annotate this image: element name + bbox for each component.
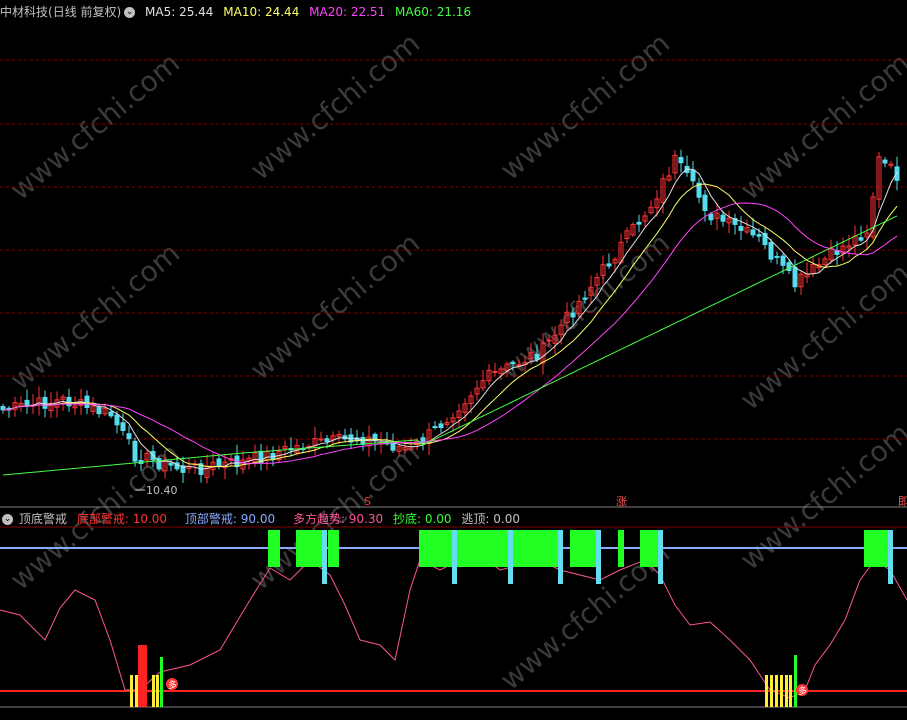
top-block	[268, 530, 280, 567]
bottom-alert-value: 底部警戒: 10.00	[76, 512, 168, 526]
escape-bar	[322, 530, 327, 584]
signal-bar	[794, 655, 797, 707]
signal-bar	[789, 675, 792, 707]
escape-bar	[888, 530, 893, 584]
candle-body	[708, 213, 714, 221]
candle-body	[324, 438, 330, 443]
signal-bar	[138, 645, 147, 707]
candle-body	[132, 440, 138, 462]
candle-body	[108, 411, 114, 417]
top-block	[640, 530, 658, 567]
bull-trend-value: 多方趋势: 90.30	[292, 512, 384, 526]
candle-body	[120, 422, 126, 431]
candle-body	[738, 225, 744, 231]
escape-bar	[596, 530, 601, 584]
signal-bar	[775, 675, 778, 707]
candle-body	[114, 414, 120, 426]
ma10-value: MA10: 24.44	[223, 5, 300, 19]
candle-body	[510, 361, 516, 365]
signal-bar	[156, 675, 159, 707]
top-block	[512, 530, 558, 567]
candle-body	[438, 423, 444, 428]
candle-body	[720, 214, 726, 222]
candle-body	[780, 255, 786, 266]
top-block	[457, 530, 508, 567]
candle-body	[636, 221, 642, 225]
candle-body	[168, 462, 174, 466]
low-marker-label: 10.40	[146, 484, 178, 497]
candle-body	[360, 436, 366, 445]
event-marker: 涨	[616, 495, 627, 508]
signal-bar	[130, 675, 133, 707]
candle-body	[42, 396, 48, 409]
candle-body	[534, 353, 540, 360]
candle-body	[750, 229, 756, 236]
top-block	[328, 530, 339, 567]
ma5-value: MA5: 25.44	[145, 5, 214, 19]
top-block	[296, 530, 322, 567]
indicator-title[interactable]: 顶底警戒	[19, 512, 67, 526]
sub-header: ⌄ 顶底警戒 底部警戒: 10.00 顶部警戒: 90.00 多方趋势: 90.3…	[0, 509, 526, 529]
period-label[interactable]: (日线 前复权)	[48, 5, 121, 19]
ma60-value: MA60: 21.16	[395, 5, 472, 19]
escape-bar	[508, 530, 513, 584]
signal-bar	[780, 675, 783, 707]
top-block	[618, 530, 624, 567]
candle-body	[702, 194, 708, 211]
candle-body	[768, 242, 774, 260]
candle-body	[792, 266, 798, 288]
event-marker: 即	[898, 495, 907, 508]
candle-body	[432, 426, 438, 429]
candle-body	[774, 255, 780, 258]
candle-body	[756, 234, 762, 237]
signal-bar	[152, 675, 155, 707]
stock-title[interactable]: 中材科技	[0, 5, 48, 19]
escape-top-value: 逃顶: 0.00	[461, 512, 520, 526]
candle-body	[894, 166, 900, 181]
candle-body	[882, 159, 888, 164]
signal-bar	[785, 675, 788, 707]
candle-body	[858, 237, 864, 241]
top-block	[570, 530, 596, 567]
candle-body	[84, 395, 90, 408]
signal-bar	[765, 675, 768, 707]
candle-body	[24, 399, 30, 406]
signal-bar	[160, 657, 163, 707]
escape-bar	[658, 530, 663, 584]
buy-marker-label: 多	[798, 685, 807, 697]
event-marker: S	[364, 495, 371, 508]
escape-bar	[558, 530, 563, 584]
candle-body	[606, 263, 612, 267]
candle-body	[582, 297, 588, 300]
ma10-line	[2, 183, 898, 468]
signal-bar	[135, 675, 138, 707]
buy-marker-label: 多	[168, 679, 177, 691]
candle-body	[126, 433, 132, 440]
candle-body	[96, 406, 102, 415]
bottom-fish-value: 抄底: 0.00	[392, 512, 452, 526]
candle-body	[690, 169, 696, 182]
top-block	[419, 530, 452, 567]
top-block	[864, 530, 888, 567]
candle-body	[516, 364, 522, 367]
candle-body	[786, 262, 792, 272]
candle-body	[546, 339, 552, 342]
candle-body	[678, 156, 684, 164]
chart-canvas[interactable]: 10.40S 涨即多多	[0, 0, 907, 720]
candle-body	[216, 458, 222, 467]
chevron-down-icon[interactable]: ⌄	[124, 7, 136, 18]
escape-bar	[452, 530, 457, 584]
candle-body	[318, 438, 324, 441]
signal-bar	[770, 675, 773, 707]
candle-body	[570, 312, 576, 318]
ma5-line	[2, 168, 898, 470]
main-header: 中材科技(日线 前复权) ⌄ MA5: 25.44 MA10: 24.44 MA2…	[0, 2, 477, 22]
top-alert-value: 顶部警戒: 90.00	[184, 512, 276, 526]
ma20-value: MA20: 22.51	[309, 5, 386, 19]
chevron-down-icon[interactable]: ⌄	[2, 514, 13, 525]
